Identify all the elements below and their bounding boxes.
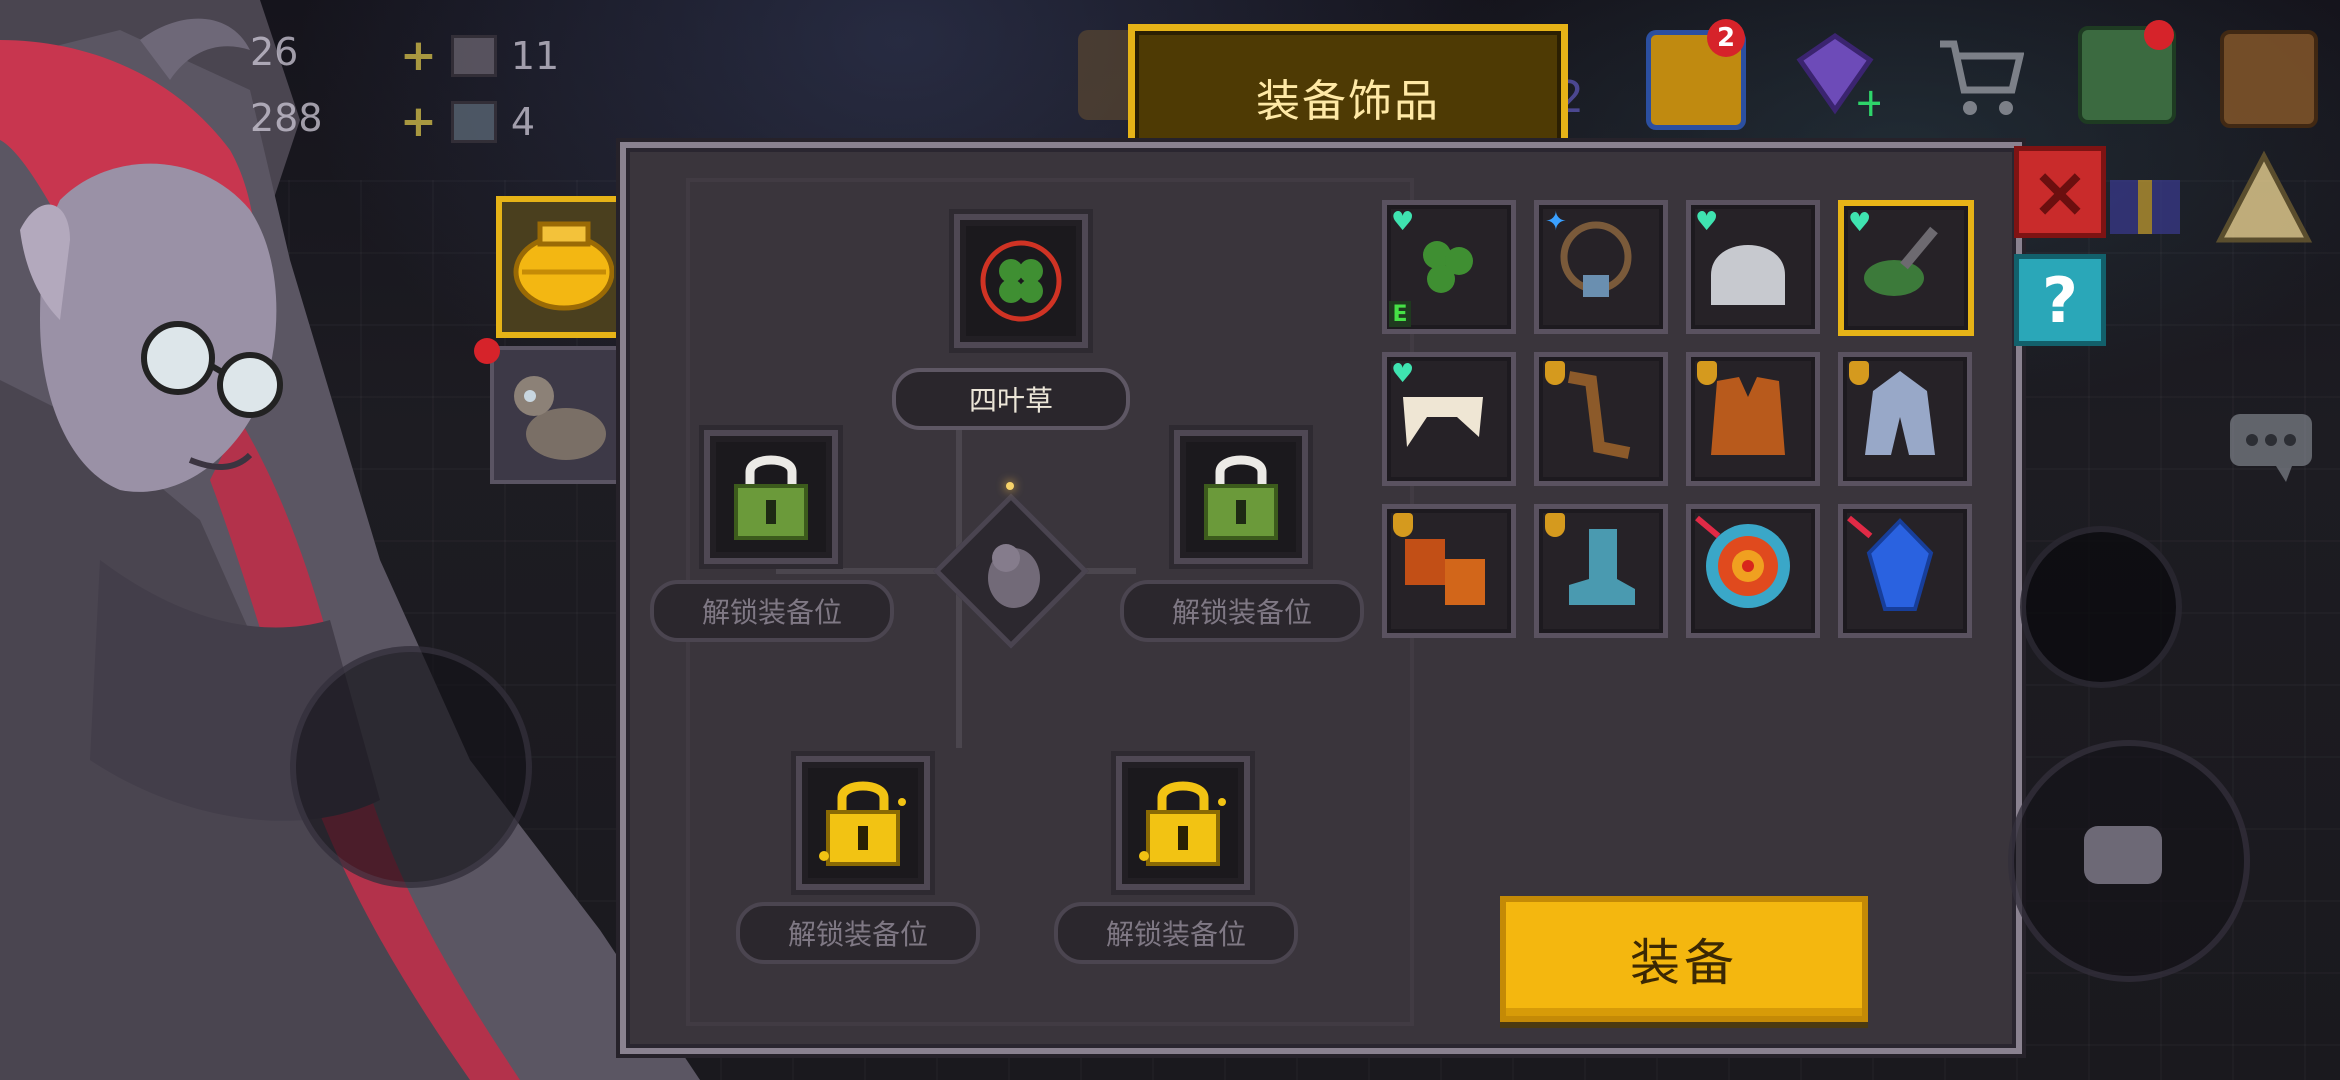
heart-marker-icon: ♥ <box>1695 207 1719 237</box>
plus-icon: + <box>400 96 437 147</box>
cart-icon[interactable] <box>1934 34 2024 120</box>
shield-marker-icon <box>1697 361 1717 385</box>
hud-material-1: + 11 <box>400 30 559 81</box>
material-1-count: 11 <box>510 33 560 78</box>
panel-title: 装备饰品 <box>1256 76 1440 127</box>
hud-material-2: + 4 <box>400 96 535 147</box>
gold-lock-icon <box>1139 781 1226 866</box>
menu-red-dot <box>2144 20 2174 50</box>
chat-bubble-icon[interactable] <box>2226 410 2316 486</box>
pyramid-icon[interactable] <box>2214 150 2314 246</box>
sparkle <box>1006 482 1014 490</box>
inventory-item-bone-horn[interactable]: ♥ <box>1382 352 1516 486</box>
hud-stat-1: 26 <box>170 30 298 74</box>
inventory-item-orange-vest[interactable] <box>1686 352 1820 486</box>
hud-stat-2: 288 <box>170 96 323 140</box>
equipped-tag: E <box>1389 301 1411 327</box>
stack-menu-icon[interactable] <box>2078 20 2176 124</box>
four-leaf-clover-icon <box>980 240 1062 322</box>
inventory-item-lava-gloves[interactable] <box>1382 504 1516 638</box>
shield-marker-icon <box>1849 361 1869 385</box>
inventory-item-ice-boots[interactable] <box>1534 504 1668 638</box>
hud-stat-1-value: 26 <box>250 30 299 74</box>
gift-box-icon[interactable] <box>2100 150 2190 240</box>
inventory-item-ghost-helmet[interactable]: ♥ <box>1686 200 1820 334</box>
unlock-slot-label: 解锁装备位 <box>1054 902 1298 964</box>
locked-slot-left[interactable] <box>704 430 838 564</box>
material-2-count: 4 <box>510 99 536 144</box>
gem-shop-icon[interactable]: + <box>1790 30 1880 120</box>
lock-icon <box>734 455 808 540</box>
inventory-item-blue-gem[interactable] <box>1838 504 1972 638</box>
gold-locked-slot-right[interactable] <box>1116 756 1250 890</box>
unlock-slot-label: 解锁装备位 <box>736 902 980 964</box>
journal-icon[interactable] <box>2220 30 2318 128</box>
material-chest-icon <box>450 34 497 77</box>
unlock-slot-label: 解锁装备位 <box>1120 580 1364 642</box>
inventory-item-frog-statue[interactable]: ♥ <box>1838 200 1974 336</box>
equipped-slot-main[interactable] <box>954 214 1088 348</box>
help-button[interactable]: ? <box>2014 254 2106 346</box>
lock-icon <box>1204 455 1278 540</box>
shield-marker-icon <box>1545 361 1565 385</box>
rat-pet-figure <box>988 544 1040 608</box>
equip-button[interactable]: 装备 <box>1500 896 1868 1022</box>
equipped-slot-label: 四叶草 <box>892 368 1130 430</box>
attack-joystick[interactable] <box>2008 740 2250 982</box>
tab-pet[interactable] <box>490 346 622 484</box>
gold-locked-slot-left[interactable] <box>796 756 930 890</box>
shield-marker-icon <box>1393 513 1413 537</box>
hud-stat-2-value: 288 <box>250 96 323 140</box>
inventory-item-boomerang[interactable] <box>1534 352 1668 486</box>
vampire-character-portrait <box>0 0 700 1080</box>
chest-icon[interactable]: 2 <box>1646 19 1746 130</box>
gold-lock-icon <box>819 781 906 866</box>
close-icon: × <box>2030 151 2090 233</box>
heart-marker-icon: ♥ <box>1391 359 1415 389</box>
inventory-item-fang-necklace[interactable]: ✦ <box>1534 200 1668 334</box>
red-dot-notification <box>474 338 500 364</box>
blue-star-marker-icon: ✦ <box>1545 207 1567 237</box>
locked-slot-right[interactable] <box>1174 430 1308 564</box>
shield-marker-icon <box>1545 513 1565 537</box>
movement-joystick[interactable] <box>290 646 532 888</box>
svg-text:+: + <box>1854 80 1880 120</box>
inventory-item-target-shield[interactable] <box>1686 504 1820 638</box>
golden-pot-icon <box>513 221 615 311</box>
skill-button[interactable] <box>2020 526 2182 688</box>
plus-icon: + <box>400 30 437 81</box>
close-button[interactable]: × <box>2014 146 2106 238</box>
tab-accessory[interactable] <box>496 196 632 338</box>
chest-badge: 2 <box>1707 19 1745 57</box>
inventory-item-steel-armor[interactable] <box>1838 352 1972 486</box>
rat-pet-icon <box>514 376 606 460</box>
material-box-icon <box>450 100 497 143</box>
unlock-slot-label: 解锁装备位 <box>650 580 894 642</box>
heart-marker-icon: ♥ <box>1391 207 1415 237</box>
question-icon: ? <box>2042 263 2078 337</box>
heart-marker-icon: ♥ <box>1848 208 1872 238</box>
chat-emote-icon <box>2084 826 2162 884</box>
inventory-item-four-leaf-clover[interactable]: ♥ E <box>1382 200 1516 334</box>
